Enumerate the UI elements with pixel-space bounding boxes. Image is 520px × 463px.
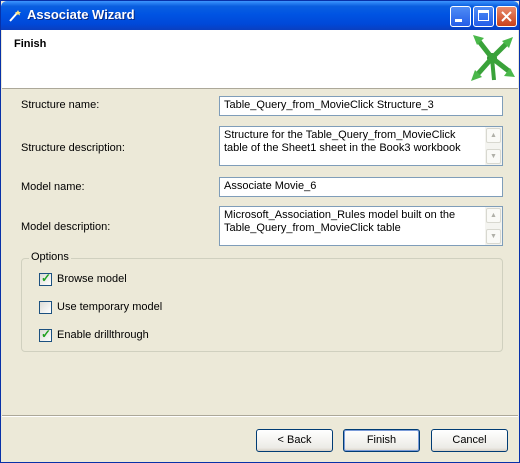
checkbox-box[interactable]: ✓ [39,271,52,286]
close-icon [501,11,512,22]
structure-description-input[interactable]: Structure for the Table_Query_from_Movie… [219,126,503,166]
options-group-title: Options [29,251,71,263]
checkbox-box[interactable] [39,301,52,314]
model-name-input[interactable]: Associate Movie_6 [219,177,503,197]
checkbox-label: Enable drillthrough [57,329,149,341]
model-description-text: Microsoft_Association_Rules model built … [224,209,456,234]
checkmark-icon: ✓ [41,271,52,285]
close-button[interactable] [496,6,517,27]
model-name-label: Model name: [21,181,85,193]
minimize-button[interactable] [450,6,471,27]
page-title: Finish [14,38,47,50]
structure-description-text: Structure for the Table_Query_from_Movie… [224,129,461,154]
footer-divider [2,415,518,417]
scroll-down-icon[interactable]: ▼ [486,149,501,164]
window-title: Associate Wizard [27,7,135,22]
cancel-button[interactable]: Cancel [431,429,508,452]
title-bar[interactable]: Associate Wizard [1,1,519,30]
associate-wizard-window: Associate Wizard Finish Structure name: … [0,0,520,463]
structure-description-label: Structure description: [21,142,125,154]
scroll-up-icon[interactable]: ▲ [486,208,501,223]
scroll-up-icon[interactable]: ▲ [486,128,501,143]
finish-button[interactable]: Finish [343,429,420,452]
structure-name-label: Structure name: [21,99,100,111]
checkmark-icon: ✓ [41,327,52,341]
model-description-scrollbar[interactable]: ▲ ▼ [485,207,502,245]
model-description-input[interactable]: Microsoft_Association_Rules model built … [219,206,503,246]
model-description-label: Model description: [21,221,111,233]
structure-description-scrollbar[interactable]: ▲ ▼ [485,127,502,165]
wizard-header: Finish [2,30,518,89]
minimize-icon [455,19,462,22]
maximize-button[interactable] [473,6,494,27]
maximize-icon [478,10,489,21]
checkbox-label: Browse model [57,273,127,285]
checkbox-box[interactable]: ✓ [39,327,52,342]
association-wizard-icon [471,35,515,81]
back-button[interactable]: < Back [256,429,333,452]
scroll-down-icon[interactable]: ▼ [486,229,501,244]
wizard-wand-icon [9,10,21,22]
structure-name-input[interactable]: Table_Query_from_MovieClick Structure_3 [219,96,503,116]
checkbox-label: Use temporary model [57,301,163,313]
